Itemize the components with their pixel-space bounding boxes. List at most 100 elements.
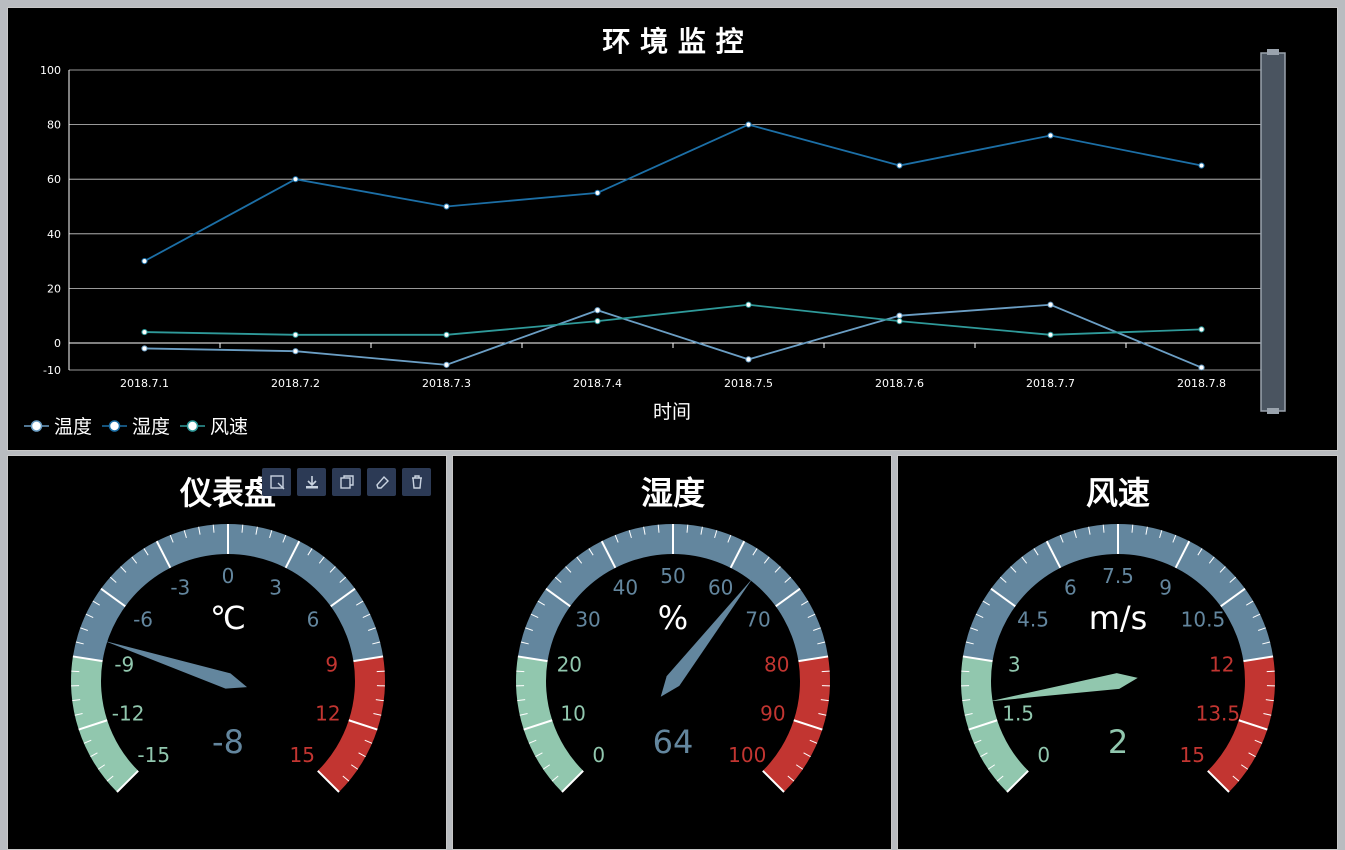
- minor-tick: [1267, 671, 1275, 672]
- zoom-handle-top[interactable]: [1267, 49, 1279, 55]
- gauge-panel-humidity: 湿度0102030405060708090100%64: [452, 455, 892, 850]
- data-point[interactable]: [1199, 327, 1204, 332]
- data-point[interactable]: [897, 313, 902, 318]
- data-point[interactable]: [1199, 365, 1204, 370]
- gauge-value: 2: [1108, 723, 1128, 761]
- gauge-tick-label: 9: [1159, 575, 1172, 599]
- y-tick-label: 60: [47, 173, 61, 186]
- gauge-tick-label: 15: [1180, 743, 1205, 767]
- legend-item[interactable]: 湿度: [102, 416, 170, 438]
- gauge-tick-label: 30: [575, 607, 600, 631]
- y-tick-label: 40: [47, 228, 61, 241]
- x-axis-label: 时间: [653, 401, 691, 423]
- gauge-unit: ℃: [210, 599, 246, 637]
- eraser-button[interactable]: [367, 468, 396, 496]
- gauge-tick-label: 90: [760, 701, 785, 725]
- data-point[interactable]: [897, 319, 902, 324]
- series-line: [145, 305, 1202, 335]
- y-tick-label: 0: [54, 337, 61, 350]
- data-zoom-slider[interactable]: [1261, 49, 1285, 414]
- gauge-tick-label: -3: [170, 575, 190, 599]
- x-tick-label: 2018.7.7: [1026, 377, 1075, 390]
- legend-item[interactable]: 风速: [180, 416, 248, 438]
- y-tick-label: 80: [47, 119, 61, 132]
- gauge-unit: m/s: [1089, 599, 1148, 637]
- data-point[interactable]: [1048, 133, 1053, 138]
- data-point[interactable]: [293, 332, 298, 337]
- data-point[interactable]: [1048, 302, 1053, 307]
- gauge-tick-label: -9: [114, 653, 134, 677]
- data-point[interactable]: [595, 190, 600, 195]
- gauge-tick-label: 0: [222, 564, 235, 588]
- minor-tick: [71, 671, 79, 672]
- y-tick-label: 100: [40, 64, 61, 77]
- data-point[interactable]: [142, 329, 147, 334]
- download-button[interactable]: [297, 468, 326, 496]
- data-point[interactable]: [746, 302, 751, 307]
- data-point[interactable]: [444, 332, 449, 337]
- data-point[interactable]: [142, 346, 147, 351]
- gauge-tick-label: 15: [290, 743, 315, 767]
- legend-item[interactable]: 温度: [24, 416, 92, 438]
- legend-label: 湿度: [132, 416, 170, 438]
- legend-label: 风速: [210, 416, 248, 438]
- data-point[interactable]: [293, 177, 298, 182]
- gauge-tick-label: 9: [325, 653, 338, 677]
- gauge-tick-label: 70: [745, 607, 770, 631]
- data-point[interactable]: [444, 204, 449, 209]
- gauge-tick-label: 6: [1064, 575, 1077, 599]
- data-zoom-button[interactable]: [262, 468, 291, 496]
- series-line: [145, 305, 1202, 368]
- gauge-tick-label: 3: [1008, 653, 1021, 677]
- x-tick-label: 2018.7.3: [422, 377, 471, 390]
- minor-tick: [961, 671, 969, 672]
- gauge-tick-label: 3: [269, 575, 282, 599]
- download-icon: [304, 474, 320, 490]
- data-zoom-icon: [269, 474, 285, 490]
- x-tick-label: 2018.7.5: [724, 377, 773, 390]
- wind-speed-gauge: 风速01.534.567.5910.51213.515m/s2: [898, 456, 1337, 849]
- gauge-panel-temperature: 仪表盘-15-12-9-6-303691215℃-8: [7, 455, 447, 850]
- eraser-icon: [374, 474, 390, 490]
- data-point[interactable]: [444, 362, 449, 367]
- x-tick-label: 2018.7.2: [271, 377, 320, 390]
- zoom-handle-bottom[interactable]: [1267, 408, 1279, 414]
- legend-marker: [32, 421, 42, 431]
- gauge-value: 64: [653, 723, 694, 761]
- minor-tick: [516, 671, 524, 672]
- series-湿度: [142, 122, 1204, 264]
- x-tick-label: 2018.7.1: [120, 377, 169, 390]
- copy-icon: [339, 474, 355, 490]
- gauge-tick-label: 13.5: [1196, 701, 1241, 725]
- data-point[interactable]: [293, 349, 298, 354]
- data-point[interactable]: [595, 319, 600, 324]
- x-tick-label: 2018.7.8: [1177, 377, 1226, 390]
- data-point[interactable]: [142, 259, 147, 264]
- gauge-tick-label: 1.5: [1002, 701, 1034, 725]
- gauge-tick-label: -12: [112, 701, 145, 725]
- line-chart-panel: 环 境 监 控 -100204060801002018.7.12018.7.22…: [7, 7, 1338, 451]
- temperature-gauge: 仪表盘-15-12-9-6-303691215℃-8: [8, 456, 446, 849]
- gauge-tick-label: 100: [728, 743, 766, 767]
- gauge-tick-label: -6: [133, 607, 153, 631]
- data-point[interactable]: [746, 122, 751, 127]
- data-point[interactable]: [595, 308, 600, 313]
- series-风速: [142, 302, 1204, 337]
- data-point[interactable]: [746, 357, 751, 362]
- humidity-gauge: 湿度0102030405060708090100%64: [453, 456, 891, 849]
- gauge-tick-label: 4.5: [1017, 607, 1049, 631]
- data-point[interactable]: [897, 163, 902, 168]
- gauge-panel-wind: 风速01.534.567.5910.51213.515m/s2: [897, 455, 1338, 850]
- copy-button[interactable]: [332, 468, 361, 496]
- legend-marker: [110, 421, 120, 431]
- gauge-value: -8: [212, 723, 244, 761]
- gauge-title: 风速: [1086, 474, 1150, 512]
- gauge-tick-label: 6: [307, 607, 320, 631]
- gauge-tick-label: 12: [1209, 653, 1234, 677]
- gauge-pointer: [661, 578, 753, 697]
- data-point[interactable]: [1199, 163, 1204, 168]
- x-tick-label: 2018.7.6: [875, 377, 924, 390]
- minor-tick: [822, 671, 830, 672]
- data-point[interactable]: [1048, 332, 1053, 337]
- trash-button[interactable]: [402, 468, 431, 496]
